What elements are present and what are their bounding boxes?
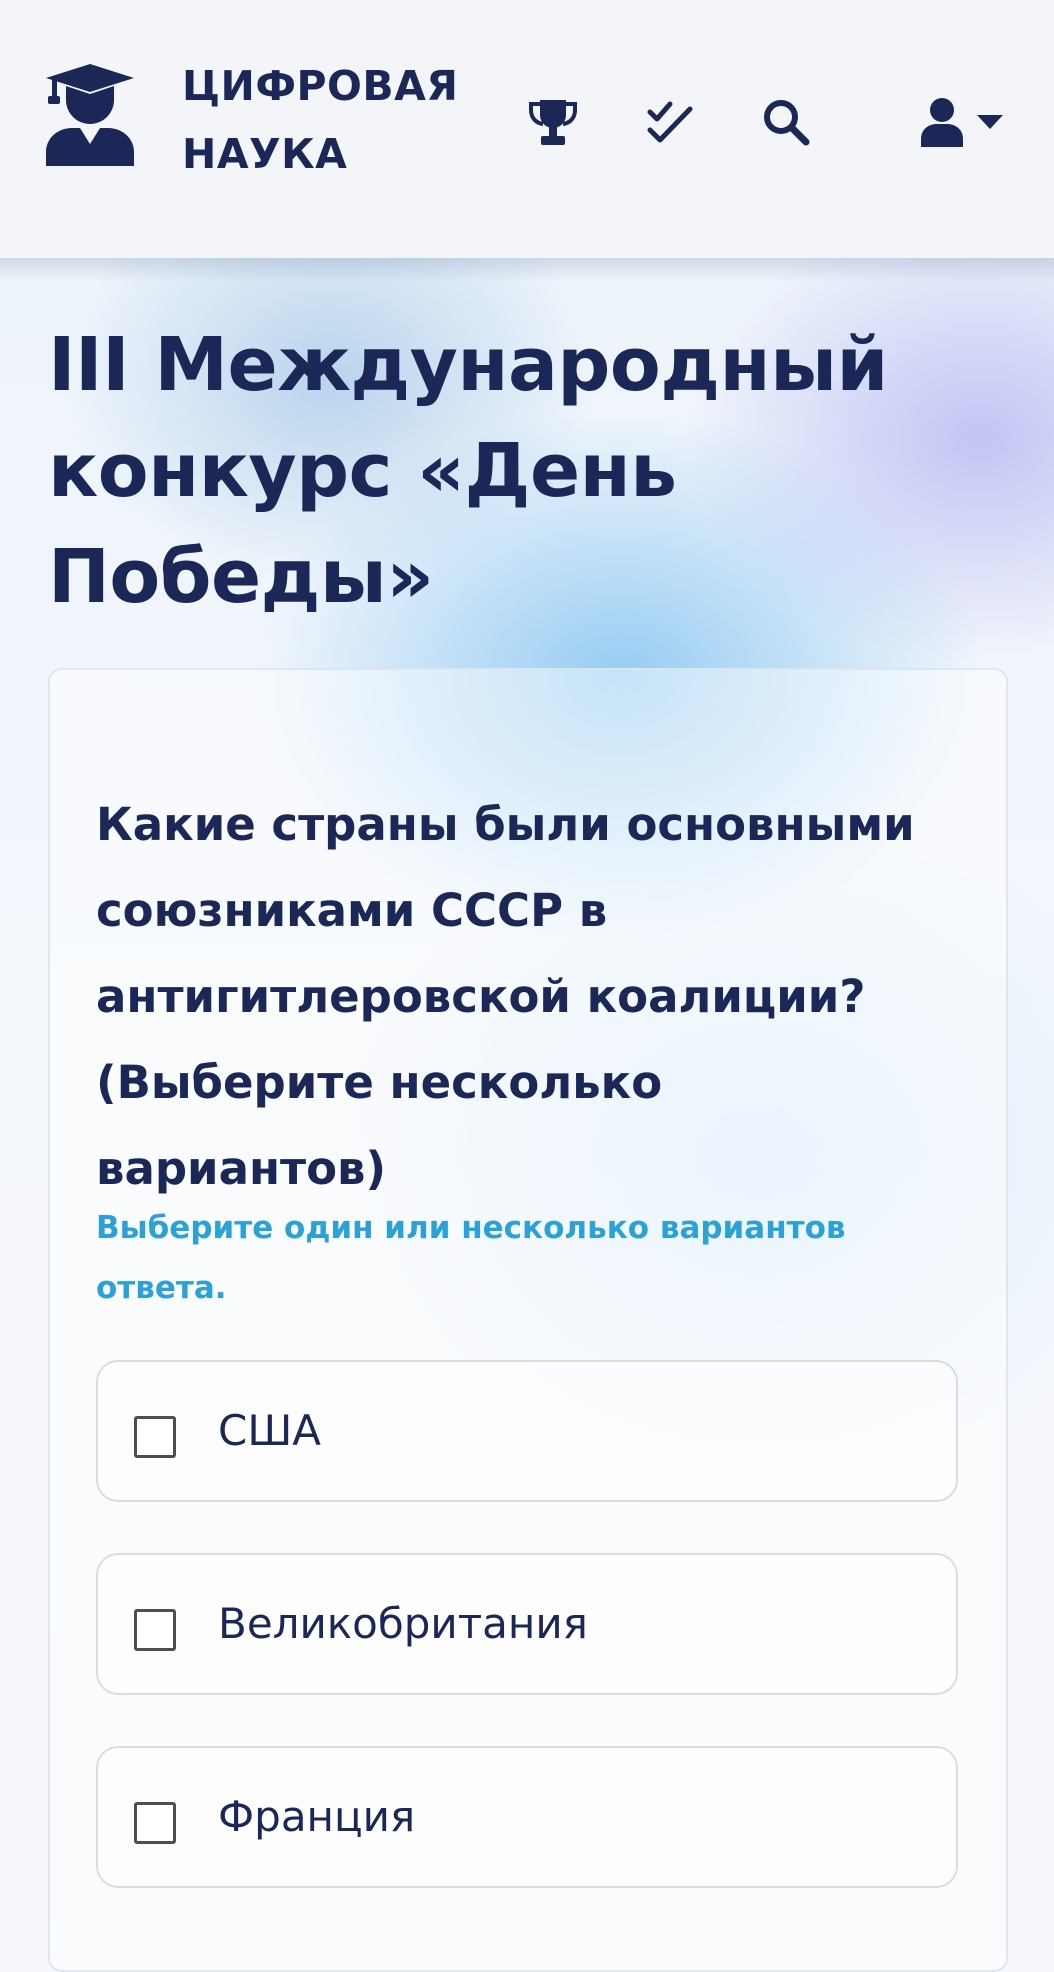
option-checkbox[interactable] bbox=[134, 1416, 176, 1458]
user-menu-button[interactable] bbox=[908, 94, 1016, 150]
caret-down-icon bbox=[977, 115, 1003, 129]
trophy-button[interactable] bbox=[525, 94, 581, 150]
user-icon bbox=[921, 98, 963, 147]
question-card: Какие страны были основными союзниками С… bbox=[48, 668, 1008, 1972]
header-shadow bbox=[0, 258, 1054, 282]
option-checkbox[interactable] bbox=[134, 1802, 176, 1844]
option-label: Франция bbox=[218, 1792, 416, 1841]
answer-option[interactable]: Франция bbox=[96, 1746, 958, 1888]
option-label: США bbox=[218, 1406, 321, 1455]
answer-hint: Выберите один или несколько вариантов от… bbox=[96, 1210, 846, 1306]
graduate-logo-icon[interactable] bbox=[44, 62, 136, 166]
page-title: III Международный конкурс «День Победы» bbox=[48, 322, 888, 620]
trophy-icon bbox=[529, 100, 577, 145]
answer-option[interactable]: США bbox=[96, 1360, 958, 1502]
brand-line-1: ЦИФРОВАЯ bbox=[182, 62, 459, 110]
option-checkbox[interactable] bbox=[134, 1609, 176, 1651]
brand-line-2: НАУКА bbox=[182, 130, 348, 178]
search-button[interactable] bbox=[758, 94, 814, 150]
question-text: Какие страны были основными союзниками С… bbox=[96, 798, 915, 1195]
tasks-button[interactable] bbox=[643, 94, 699, 150]
answer-option[interactable]: Великобритания bbox=[96, 1553, 958, 1695]
double-check-icon bbox=[647, 101, 693, 143]
brand-name[interactable]: ЦИФРОВАЯ НАУКА bbox=[182, 52, 458, 188]
search-icon bbox=[764, 100, 810, 146]
option-label: Великобритания bbox=[218, 1599, 588, 1648]
top-header: ЦИФРОВАЯ НАУКА bbox=[0, 0, 1054, 258]
